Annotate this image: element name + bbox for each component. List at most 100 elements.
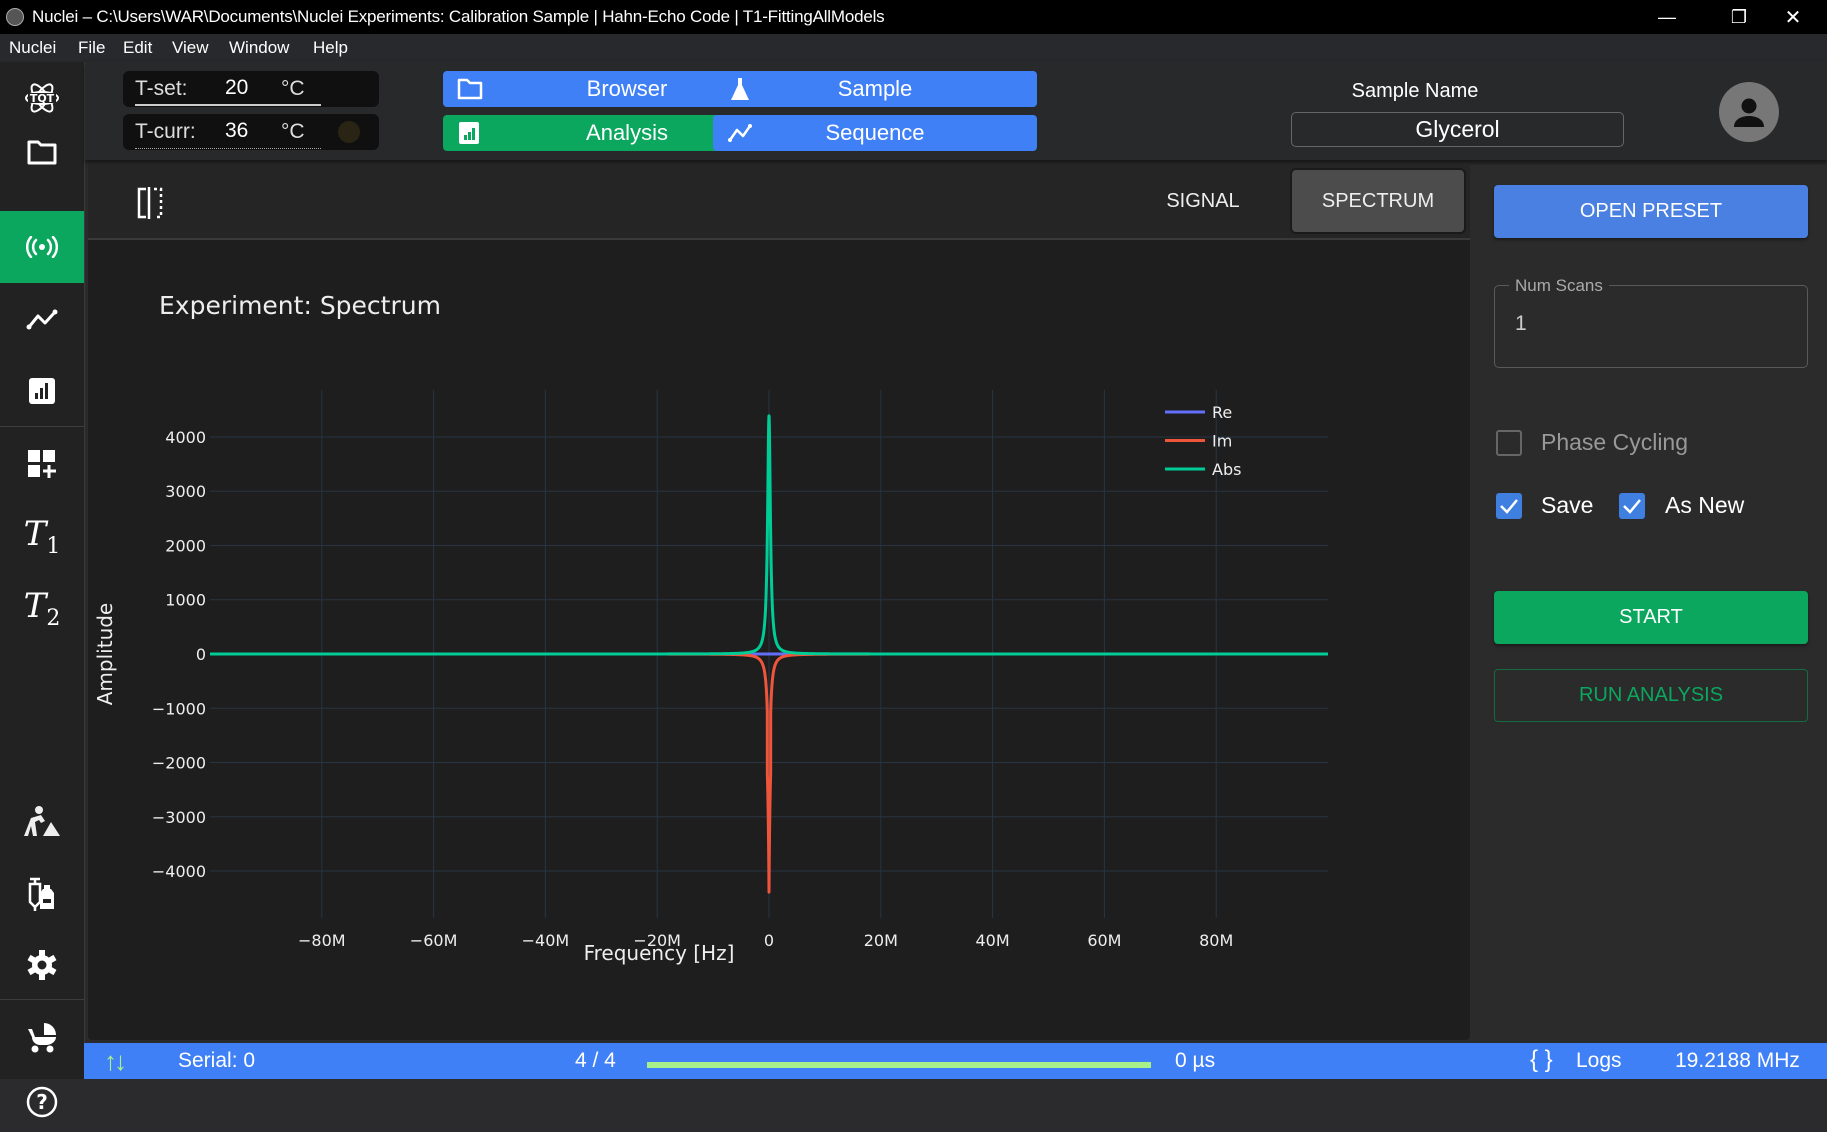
analysis-chart-icon <box>29 378 55 404</box>
sidebar-item-sequence[interactable] <box>0 283 84 355</box>
header: T-set: 20 °C T-curr: 36 °C Browser Sampl… <box>85 62 1827 160</box>
legend-label-abs: Abs <box>1212 460 1241 479</box>
y-tick-label: 0 <box>196 645 206 664</box>
as-new-label: As New <box>1665 492 1745 518</box>
menu-nuclei[interactable]: Nuclei <box>9 38 56 58</box>
sidebar-item-help[interactable]: ? <box>0 1072 84 1132</box>
x-tick-label: −40M <box>522 931 570 950</box>
menu-view[interactable]: View <box>172 38 209 58</box>
y-tick-label: 2000 <box>165 536 206 555</box>
sequence-label: Sequence <box>825 120 925 145</box>
start-button[interactable]: START <box>1494 591 1808 644</box>
x-tick-label: −80M <box>298 931 346 950</box>
as-new-checkbox[interactable] <box>1619 493 1645 519</box>
sidebar-item-analysis[interactable] <box>0 355 84 427</box>
y-tick-label: −3000 <box>152 808 206 827</box>
tab-signal[interactable]: SIGNAL <box>1138 168 1268 234</box>
frequency-readout: 19.2188 MHz <box>1675 1049 1800 1072</box>
t-curr-underline <box>135 148 321 149</box>
menu-help[interactable]: Help <box>313 38 348 58</box>
sidebar-divider <box>0 426 84 427</box>
svg-text:TQT: TQT <box>30 92 55 105</box>
user-icon <box>1734 98 1764 127</box>
y-tick-label: 4000 <box>165 428 206 447</box>
sample-label: Sample <box>837 76 913 101</box>
analysis-label: Analysis <box>586 120 668 145</box>
sidebar-item-experiment[interactable] <box>0 211 84 283</box>
y-tick-label: 3000 <box>165 482 206 501</box>
t-set-underline <box>135 104 321 106</box>
menu-edit[interactable]: Edit <box>123 38 152 58</box>
phase-cycling-checkbox[interactable] <box>1496 430 1522 456</box>
x-tick-label: 40M <box>976 931 1010 950</box>
control-panel: OPEN PRESET Num Scans 1 Phase Cycling Sa… <box>1470 165 1827 1043</box>
chart-legend[interactable]: Re Im Abs <box>1165 403 1241 479</box>
t-curr-label: T-curr: <box>135 120 196 143</box>
save-label: Save <box>1541 492 1594 518</box>
stroller-icon <box>28 1023 56 1053</box>
y-tick-label: 1000 <box>165 591 206 610</box>
elapsed-time: 0 µs <box>1175 1049 1216 1072</box>
t1-label: T <box>23 513 47 554</box>
logs-button[interactable]: Logs <box>1576 1049 1622 1073</box>
phase-cycling-label: Phase Cycling <box>1541 429 1689 455</box>
spectrum-chart[interactable]: Experiment: Spectrum −80M −60M −40M −20M 0 20… <box>88 240 1470 1040</box>
y-tick-label: −4000 <box>152 862 206 881</box>
construction-worker-icon <box>24 806 60 836</box>
sidebar-item-samples[interactable] <box>0 858 84 930</box>
sidebar-item-dashboard[interactable] <box>0 428 84 500</box>
help-glyph: ? <box>36 1090 48 1114</box>
settings-gear-icon <box>27 950 57 980</box>
run-analysis-button[interactable]: RUN ANALYSIS <box>1494 669 1808 722</box>
sidebar-item-settings[interactable] <box>0 929 84 1001</box>
sidebar-item-t1[interactable]: T1 <box>0 500 84 572</box>
t2-sub: 2 <box>46 605 61 631</box>
sidebar-item-browser[interactable] <box>0 116 84 188</box>
avatar[interactable] <box>1719 82 1779 142</box>
checkmark-icon <box>1623 499 1641 514</box>
x-tick-label: 20M <box>864 931 898 950</box>
radio-signal-icon <box>26 236 58 258</box>
analysis-chart-icon <box>459 122 479 144</box>
chart-ticks: −80M −60M −40M −20M 0 20M 40M 60M 80M−4000−3000−… <box>152 428 1233 950</box>
save-checkbox[interactable] <box>1496 493 1522 519</box>
status-bar: ↑↓ Serial: 0 4 / 4 0 µs { } Logs 19.2188… <box>84 1043 1827 1079</box>
tab-spectrum[interactable]: SPECTRUM <box>1290 168 1466 234</box>
view-toolbar: SIGNAL SPECTRUM <box>88 165 1470 240</box>
progress-text: 4 / 4 <box>575 1049 616 1072</box>
sample-button[interactable]: Sample <box>713 71 1037 107</box>
sidebar-item-stroller[interactable] <box>0 1001 84 1073</box>
legend-label-im: Im <box>1212 432 1232 451</box>
t1-icon: T1 <box>24 514 61 559</box>
window-title: Nuclei – C:\Users\WAR\Documents\Nuclei E… <box>32 7 885 26</box>
open-preset-button[interactable]: OPEN PRESET <box>1494 185 1808 238</box>
menu-bar: Nuclei File Edit View Window Help <box>0 34 1827 62</box>
sidebar-item-t2[interactable]: T2 <box>0 572 84 644</box>
menu-window[interactable]: Window <box>229 38 289 58</box>
tqt-logo-icon: TQT <box>25 83 59 113</box>
legend-label-re: Re <box>1212 403 1232 422</box>
sidebar: TQT T1 T2 ? <box>0 62 85 1118</box>
t-set-input[interactable]: 20 <box>225 76 248 100</box>
close-button[interactable]: ✕ <box>1759 0 1827 34</box>
logs-braces-icon[interactable]: { } <box>1530 1046 1553 1074</box>
vaccine-vial-icon <box>28 877 54 911</box>
sidebar-item-construction[interactable] <box>0 786 84 858</box>
y-tick-label: −2000 <box>152 754 206 773</box>
progress-bar <box>647 1062 1151 1068</box>
x-axis-label: Frequency [Hz] <box>584 941 735 965</box>
num-scans-input[interactable]: 1 <box>1515 312 1527 336</box>
x-tick-label: −60M <box>410 931 458 950</box>
minimize-button[interactable]: — <box>1631 0 1703 34</box>
y-tick-label: −1000 <box>152 699 206 718</box>
sample-name-input[interactable]: Glycerol <box>1291 112 1624 147</box>
title-bar: Nuclei – C:\Users\WAR\Documents\Nuclei E… <box>0 0 1827 34</box>
progress-bar-fill <box>647 1062 1151 1068</box>
sequence-button[interactable]: Sequence <box>713 115 1037 151</box>
temperature-status-indicator <box>338 121 360 143</box>
num-scans-field[interactable]: Num Scans 1 <box>1494 276 1808 368</box>
menu-file[interactable]: File <box>78 38 105 58</box>
help-circle-icon: ? <box>26 1086 58 1118</box>
folder-icon <box>27 140 57 165</box>
toggle-panel-button[interactable] <box>136 187 166 219</box>
